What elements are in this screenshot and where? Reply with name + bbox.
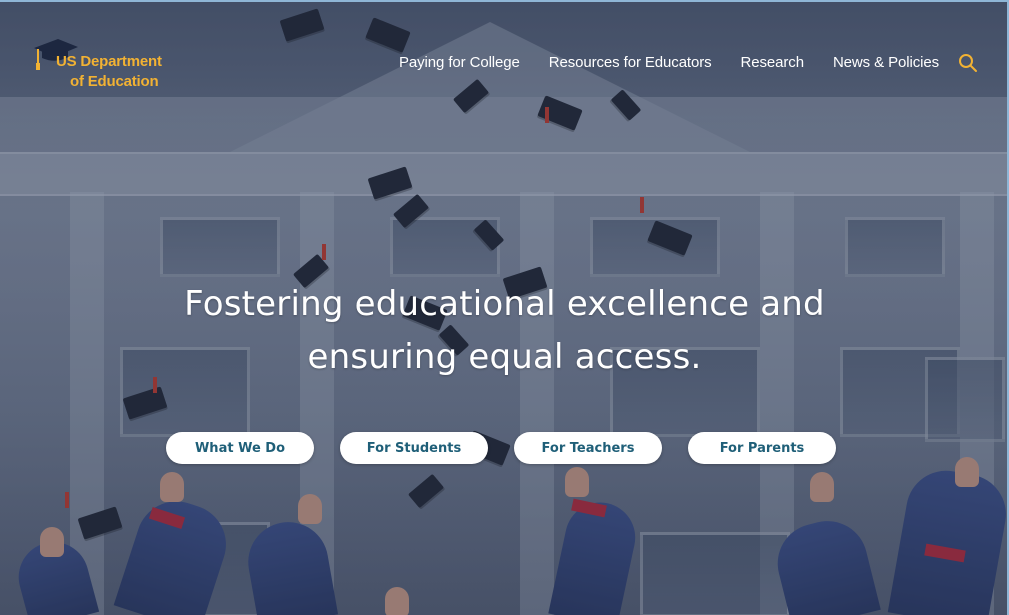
page: US Department of Education Paying for Co… <box>0 0 1009 615</box>
hero-title-line1: Fostering educational excellence and <box>184 284 825 324</box>
site-logo[interactable]: US Department of Education <box>30 32 190 94</box>
nav-item-research[interactable]: Research <box>741 54 805 71</box>
search-icon[interactable] <box>958 53 978 73</box>
for-students-button[interactable]: For Students <box>340 432 488 464</box>
hero-buttons: What We Do For Students For Teachers For… <box>166 432 836 464</box>
main-nav: Paying for College Resources for Educato… <box>399 54 939 71</box>
logo-text-line2: of Education <box>70 73 159 90</box>
nav-item-news-policies[interactable]: News & Policies <box>833 54 939 71</box>
for-teachers-button[interactable]: For Teachers <box>514 432 662 464</box>
logo-text-line1: US Department <box>56 53 162 70</box>
for-parents-button[interactable]: For Parents <box>688 432 836 464</box>
nav-item-resources-for-educators[interactable]: Resources for Educators <box>549 54 712 71</box>
nav-item-paying-for-college[interactable]: Paying for College <box>399 54 520 71</box>
hero-title-line2: ensuring equal access. <box>307 337 702 377</box>
hero-title: Fostering educational excellence and ens… <box>0 278 1007 384</box>
what-we-do-button[interactable]: What We Do <box>166 432 314 464</box>
site-header: US Department of Education Paying for Co… <box>0 2 1007 102</box>
